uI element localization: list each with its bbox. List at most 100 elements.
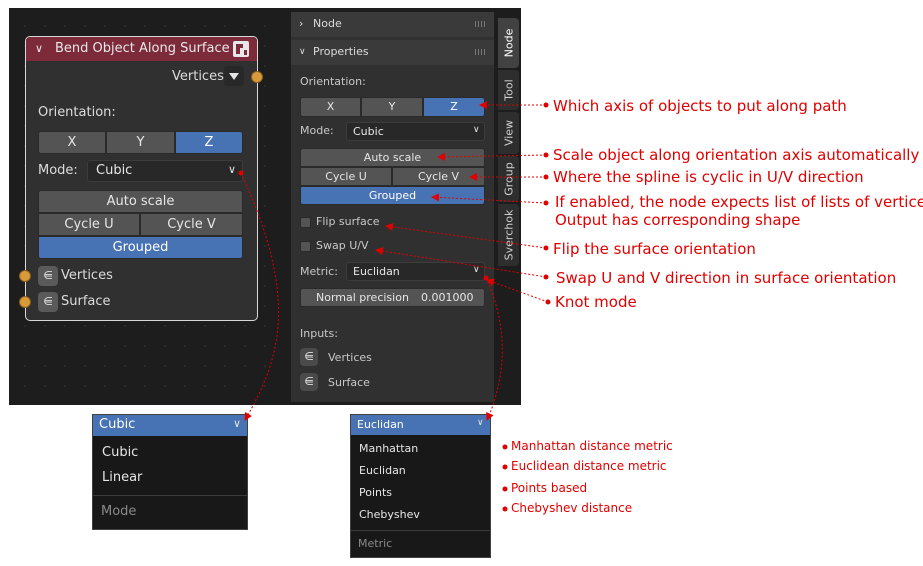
sidebar-cycle-v-toggle[interactable]: Cycle V	[392, 167, 485, 186]
chevron-right-icon: ›	[299, 17, 304, 30]
note-manhattan: Manhattan distance metric	[511, 439, 673, 453]
sidebar-mode-label: Mode:	[300, 124, 334, 137]
chevron-down-icon: ∨	[228, 163, 237, 176]
sidebar-input-surface: Surface	[328, 376, 370, 389]
inputs-label: Inputs:	[300, 327, 338, 340]
drag-handle-icon[interactable]	[475, 49, 487, 55]
properties-panel-title: Properties	[313, 45, 369, 58]
sidebar-mode-value: Cubic	[353, 125, 384, 138]
annotation-grouped-2: Output has corresponding shape	[555, 211, 801, 229]
metric-value: Euclidan	[353, 265, 400, 278]
annotation-grouped-1: If enabled, the node expects list of lis…	[555, 193, 923, 211]
metric-label: Metric:	[300, 265, 338, 278]
axis-y-button[interactable]: Y	[106, 131, 175, 154]
input-vertices-label: Vertices	[61, 268, 113, 283]
metric-option-euclidan[interactable]: Euclidan	[359, 464, 406, 477]
note-euclidean: Euclidean distance metric	[511, 459, 667, 473]
cycle-u-toggle[interactable]: Cycle U	[38, 213, 140, 236]
tab-view[interactable]: View	[498, 112, 519, 154]
metric-popup-menu: Euclidan ∨ Manhattan Euclidan Points Che…	[350, 414, 491, 558]
sidebar-auto-scale-toggle[interactable]: Auto scale	[300, 148, 485, 167]
mode-option-cubic[interactable]: Cubic	[102, 445, 138, 460]
vertices-input-socket[interactable]	[19, 270, 31, 282]
node-header[interactable]: ∨ Bend Object Along Surface	[26, 37, 257, 61]
annotation-cyclic: Where the spline is cyclic in U/V direct…	[553, 168, 864, 186]
note-chebyshev: Chebyshev distance	[511, 501, 633, 515]
sidebar-cycle-u-toggle[interactable]: Cycle U	[300, 167, 392, 186]
mode-label: Mode:	[38, 163, 78, 178]
menu-divider	[93, 495, 247, 496]
menu-divider	[351, 530, 490, 531]
tab-group[interactable]: Group	[498, 156, 519, 202]
swap-uv-label: Swap U/V	[316, 239, 369, 252]
metric-menu-footer: Metric	[358, 537, 393, 550]
sidebar-input-vertices: Vertices	[328, 351, 372, 364]
vertices-output-socket[interactable]	[251, 71, 263, 83]
vertices-input-icon[interactable]: ⋹	[38, 266, 58, 286]
cycle-v-toggle[interactable]: Cycle V	[140, 213, 243, 236]
metric-dropdown[interactable]: Euclidan ∨	[346, 262, 485, 281]
sidebar-axis-z-button[interactable]: Z	[423, 97, 485, 117]
chevron-down-icon: ∨	[233, 417, 242, 430]
sidebar-mode-dropdown[interactable]: Cubic ∨	[346, 122, 485, 141]
sidebar-tabs: Node Tool View Group Sverchok	[498, 12, 519, 402]
surface-input-icon: ⋹	[300, 373, 318, 391]
normal-precision-value: 0.001000	[421, 291, 474, 304]
annotation-flip: Flip the surface orientation	[553, 240, 756, 258]
output-vertices-label: Vertices	[172, 69, 224, 84]
metric-option-points[interactable]: Points	[359, 486, 392, 499]
mode-value: Cubic	[96, 163, 133, 178]
annotation-auto-scale: Scale object along orientation axis auto…	[553, 146, 920, 164]
sidebar-orientation-label: Orientation:	[300, 75, 366, 88]
grouped-toggle[interactable]: Grouped	[38, 236, 243, 259]
sidebar-axis-x-button[interactable]: X	[300, 97, 361, 117]
properties-panel-header[interactable]: ∨ Properties	[291, 40, 494, 65]
note-points: Points based	[511, 481, 588, 495]
chevron-down-icon: ∨	[477, 418, 484, 428]
tab-sverchok[interactable]: Sverchok	[498, 204, 519, 266]
mode-menu-footer: Mode	[101, 504, 137, 519]
normal-precision-label: Normal precision	[316, 291, 409, 304]
flip-surface-label: Flip surface	[316, 215, 380, 228]
annotation-swap: Swap U and V direction in surface orient…	[556, 269, 897, 287]
sverchok-node-icon	[233, 41, 249, 57]
tab-tool[interactable]: Tool	[498, 70, 519, 110]
sidebar-grouped-toggle[interactable]: Grouped	[300, 186, 485, 205]
surface-input-socket[interactable]	[19, 296, 31, 308]
metric-option-chebyshev[interactable]: Chebyshev	[359, 508, 420, 521]
node-panel-title: Node	[313, 17, 342, 30]
mode-dropdown[interactable]: Cubic ∨	[87, 160, 243, 182]
node-title: Bend Object Along Surface	[55, 41, 230, 56]
axis-x-button[interactable]: X	[38, 131, 106, 154]
auto-scale-toggle[interactable]: Auto scale	[38, 190, 243, 213]
mode-option-linear[interactable]: Linear	[102, 470, 142, 485]
output-display-toggle[interactable]	[224, 66, 244, 86]
axis-z-button[interactable]: Z	[175, 131, 243, 154]
chevron-down-icon: ∨	[473, 125, 480, 135]
metric-menu-selected-label: Euclidan	[357, 418, 404, 431]
mode-menu-selected[interactable]: Cubic ∨	[93, 415, 247, 436]
normal-precision-field[interactable]: Normal precision 0.001000	[300, 288, 485, 307]
swap-uv-checkbox[interactable]	[300, 241, 311, 252]
sidebar-axis-y-button[interactable]: Y	[361, 97, 423, 117]
annotation-axis: Which axis of objects to put along path	[553, 97, 847, 115]
node-panel-header[interactable]: › Node	[291, 12, 494, 37]
tab-node[interactable]: Node	[498, 18, 519, 68]
chevron-down-icon: ∨	[299, 47, 306, 57]
bend-along-surface-node[interactable]: ∨ Bend Object Along Surface Vertices Ori…	[25, 36, 258, 321]
drag-handle-icon[interactable]	[475, 21, 487, 27]
properties-sidebar: › Node ∨ Properties Orientation: X Y Z M…	[291, 12, 494, 402]
flip-surface-checkbox[interactable]	[300, 217, 311, 228]
orientation-label: Orientation:	[38, 105, 116, 120]
metric-option-manhattan[interactable]: Manhattan	[359, 442, 418, 455]
metric-menu-selected[interactable]: Euclidan ∨	[351, 415, 490, 435]
collapse-chevron-icon[interactable]: ∨	[35, 37, 43, 61]
vertices-input-icon: ⋹	[300, 348, 318, 366]
mode-menu-selected-label: Cubic	[99, 417, 136, 432]
annotation-knot: Knot mode	[555, 293, 637, 311]
chevron-down-icon: ∨	[473, 265, 480, 275]
surface-input-icon[interactable]: ⋹	[38, 292, 58, 312]
input-surface-label: Surface	[61, 294, 111, 309]
mode-popup-menu: Cubic ∨ Cubic Linear Mode	[92, 414, 248, 530]
triangle-down-icon	[229, 73, 239, 80]
